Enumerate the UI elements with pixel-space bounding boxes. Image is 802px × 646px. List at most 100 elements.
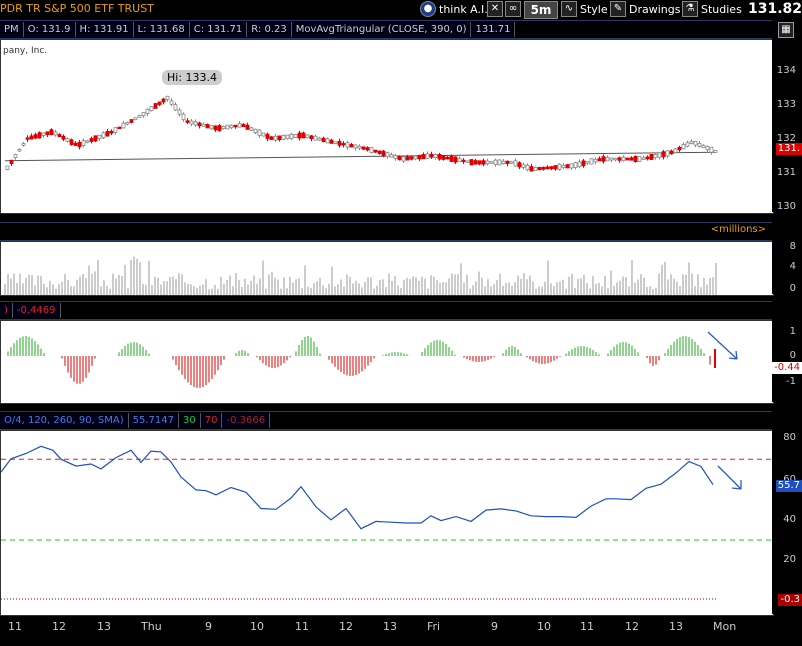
think-ai-button[interactable]: ● think A.I. <box>420 1 488 17</box>
price-candle <box>193 121 198 126</box>
price-candle <box>249 127 254 131</box>
volume-panel[interactable] <box>0 241 774 296</box>
time-axis-label: 10 <box>250 620 264 633</box>
think-ai-label: think A.I. <box>439 2 488 16</box>
price-candle <box>65 138 70 142</box>
price-candle <box>97 134 102 139</box>
price-candle <box>425 153 430 159</box>
info-open: O: 131.9 <box>23 22 76 37</box>
price-candle <box>705 146 710 151</box>
price-candle <box>289 133 294 140</box>
price-candle <box>629 157 634 161</box>
price-candle <box>473 160 478 165</box>
price-candle <box>153 103 158 109</box>
price-candle <box>505 160 510 164</box>
price-candle <box>25 137 30 140</box>
price-candle <box>45 131 50 135</box>
time-axis-label: 13 <box>669 620 683 633</box>
price-candle <box>41 132 46 137</box>
rsi-y-axis: 80 60 40 20 55.7 -0.3 <box>772 430 802 614</box>
price-candle <box>397 156 402 161</box>
style-button[interactable]: ∿ Style <box>561 1 608 17</box>
oscillator-info-bar: ) -0.4469 <box>0 301 772 320</box>
price-candle <box>69 139 74 145</box>
drawings-label: Drawings <box>629 2 681 16</box>
price-candle <box>417 154 422 160</box>
price-candle <box>189 120 194 125</box>
chart-style-icon: ∿ <box>561 1 577 17</box>
price-candle <box>641 157 646 161</box>
price-candle <box>493 159 498 166</box>
price-candle <box>677 146 682 151</box>
volume-tick: 8 <box>789 241 796 252</box>
info-close: C: 131.71 <box>189 22 248 37</box>
price-candle <box>133 117 138 121</box>
rsi-extra: -0.3666 <box>222 413 271 428</box>
info-time: PM <box>0 22 24 37</box>
osc-header-value: -0.4469 <box>12 303 61 318</box>
price-candle <box>225 124 230 130</box>
price-candle <box>681 144 686 150</box>
crosshair-icon: ✕ <box>487 1 503 17</box>
price-candle <box>589 158 594 165</box>
link-icon: ∞ <box>505 1 521 17</box>
price-candle <box>697 142 702 147</box>
price-candle <box>121 122 126 129</box>
price-candle <box>513 160 518 167</box>
price-candle <box>17 149 22 152</box>
price-candle <box>449 155 454 162</box>
price-candle <box>701 144 706 149</box>
price-candle <box>221 126 226 130</box>
price-candle <box>265 133 270 139</box>
price-candle <box>257 129 262 136</box>
price-candle <box>229 124 234 129</box>
rsi-value: 55.7147 <box>128 413 180 428</box>
studies-label: Studies <box>701 2 742 16</box>
price-candle <box>329 139 334 144</box>
price-candle <box>105 131 110 137</box>
price-candle <box>545 166 550 170</box>
price-candle <box>489 161 494 164</box>
price-candle <box>33 134 38 139</box>
price-candle <box>337 140 342 146</box>
price-candle <box>9 159 14 165</box>
price-candle <box>109 130 114 134</box>
price-candle <box>261 132 266 137</box>
oscillator-panel[interactable] <box>0 320 774 404</box>
price-candle <box>653 154 658 158</box>
price-candle <box>361 146 366 150</box>
price-candle <box>585 161 590 164</box>
rsi-panel[interactable] <box>0 430 774 616</box>
price-candle <box>149 106 154 112</box>
price-tag: 131. <box>775 143 802 155</box>
price-candle <box>465 160 470 163</box>
price-panel[interactable]: pany, Inc. Hi: 133.4 <box>0 39 774 214</box>
price-candle <box>285 134 290 140</box>
chart-settings-icon[interactable]: ▦ <box>778 22 794 38</box>
drawings-button[interactable]: ✎ Drawings <box>610 1 680 17</box>
style-label: Style <box>580 2 608 16</box>
volume-tick: 4 <box>789 261 796 272</box>
link-tool-button[interactable]: ∞ <box>505 1 521 17</box>
price-candle <box>197 122 202 127</box>
price-candle <box>433 154 438 159</box>
rsi-line <box>1 445 714 530</box>
price-candle <box>137 115 142 118</box>
price-candle <box>141 112 146 117</box>
studies-button[interactable]: ⚗ Studies <box>682 1 742 17</box>
price-candle <box>277 135 282 141</box>
price-candle <box>13 154 18 159</box>
price-candle <box>637 156 642 162</box>
price-candle <box>381 150 386 157</box>
rsi-tag: 55.7 <box>775 480 802 492</box>
info-study[interactable]: MovAvgTriangular (CLOSE, 390, 0) <box>291 22 472 37</box>
crosshair-tool-button[interactable]: ✕ <box>487 1 503 17</box>
price-candle <box>85 140 90 143</box>
flask-icon: ⚗ <box>682 1 698 17</box>
price-candle <box>685 142 690 147</box>
time-axis-label: 12 <box>625 620 639 633</box>
price-candle <box>625 157 630 161</box>
volume-info-bar: <millions> <box>0 222 772 241</box>
volume-tick: 0 <box>789 283 796 294</box>
timeframe-selector[interactable]: 5m <box>524 1 558 19</box>
